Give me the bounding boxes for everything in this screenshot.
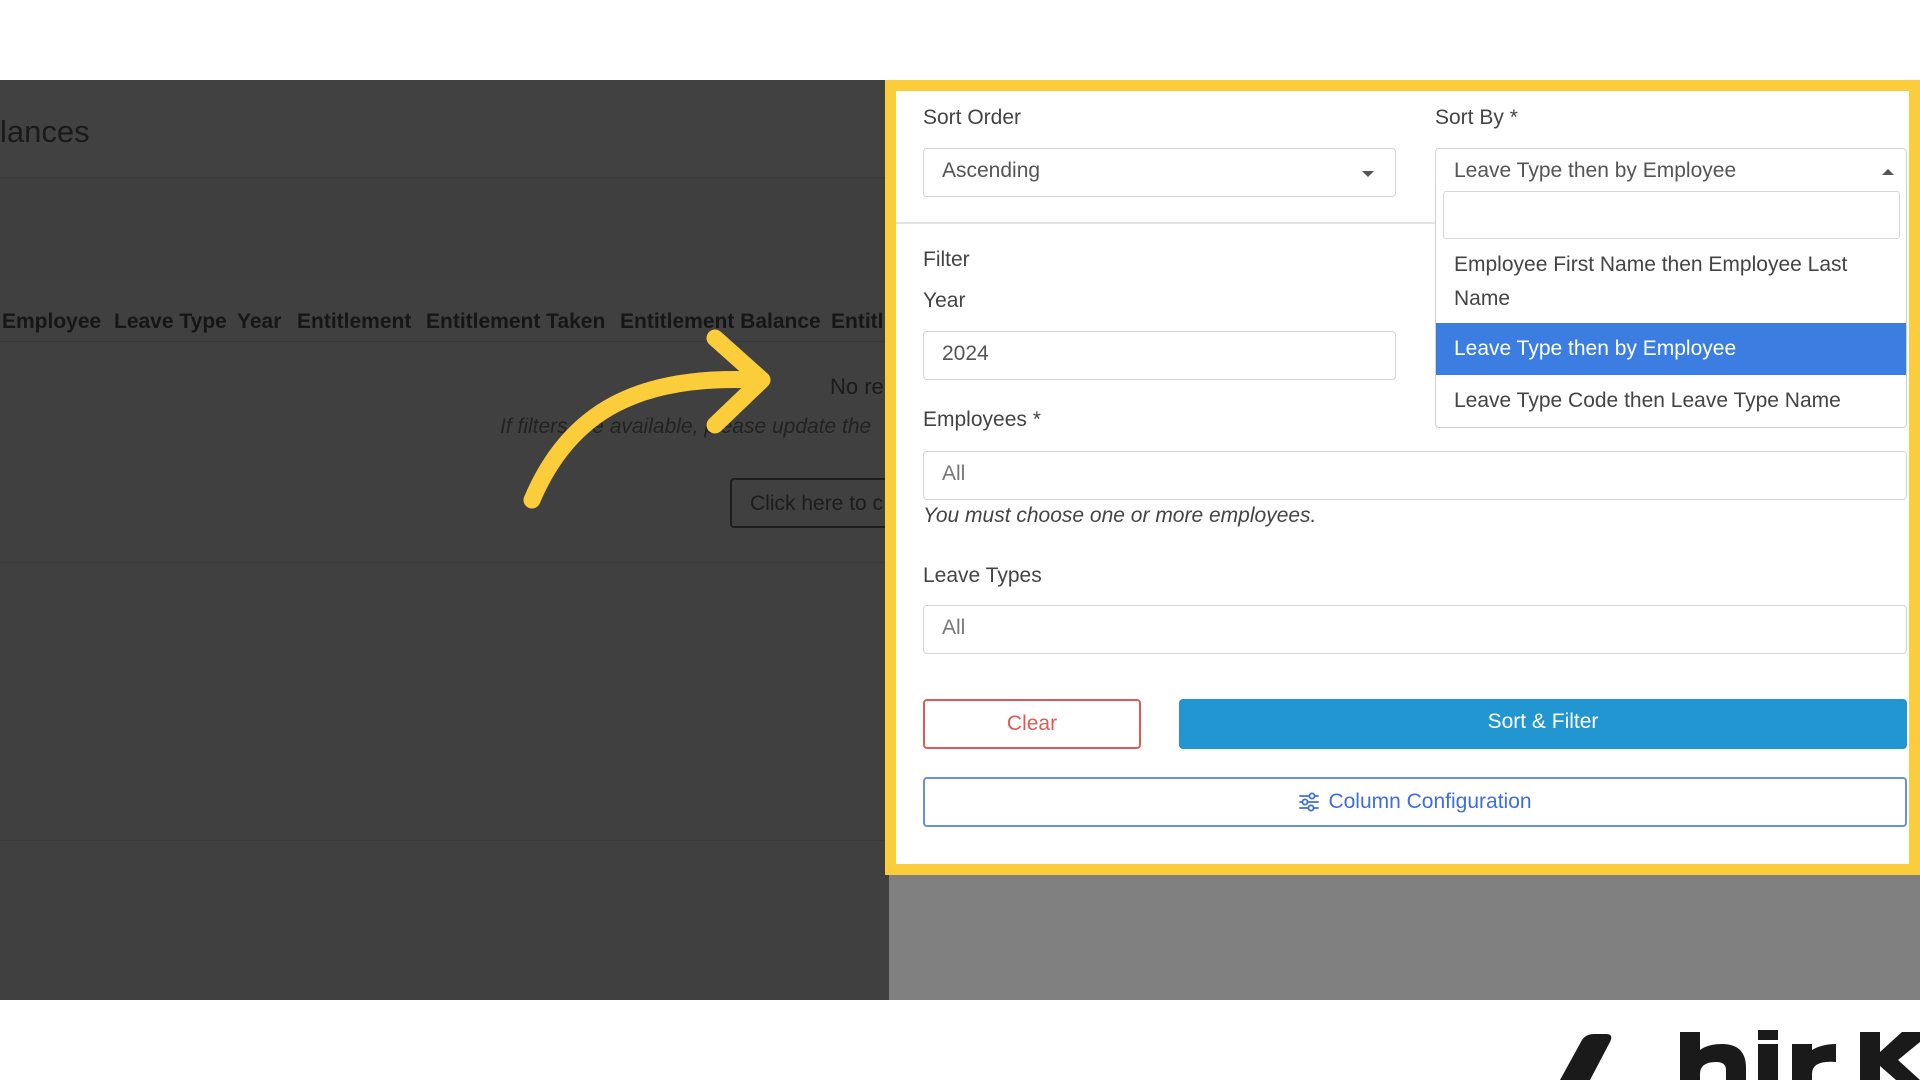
filter-section-label: Filter — [923, 248, 970, 271]
chevron-up-icon — [1882, 169, 1894, 175]
sort-by-label: Sort By * — [1435, 106, 1518, 129]
sort-by-value: Leave Type then by Employee — [1454, 159, 1737, 182]
leave-types-select[interactable]: All — [923, 605, 1907, 654]
divider — [0, 562, 889, 563]
background-page: lances Employee Leave Type Year Entitlem… — [0, 80, 889, 1000]
background-band — [0, 178, 889, 280]
background-gray-strip — [889, 875, 1920, 1000]
divider — [0, 840, 889, 841]
background-page-title: lances — [0, 114, 90, 149]
column-header-leave-type: Leave Type — [114, 310, 227, 333]
column-header-year: Year — [237, 310, 282, 333]
background-header: lances — [0, 80, 889, 178]
screenshot-stage: lances Employee Leave Type Year Entitlem… — [0, 0, 1920, 1080]
employees-validation-hint: You must choose one or more employees. — [923, 504, 1317, 527]
dropdown-option-employee-name[interactable]: Employee First Name then Employee Last N… — [1436, 245, 1906, 319]
column-header-entitlement: Entitlement — [297, 310, 412, 333]
sort-order-value: Ascending — [942, 159, 1041, 182]
sort-order-label: Sort Order — [923, 106, 1022, 129]
empty-state-title: No re — [830, 374, 884, 399]
column-header-employee: Employee — [2, 310, 102, 333]
sort-filter-button[interactable]: Sort & Filter — [1179, 699, 1907, 749]
sort-filter-panel: Sort Order Ascending Sort By * Leave Typ… — [885, 80, 1920, 875]
dropdown-option-leave-type-code[interactable]: Leave Type Code then Leave Type Name — [1436, 375, 1906, 427]
brand-logo — [1560, 1030, 1920, 1080]
leave-types-placeholder: All — [942, 616, 966, 639]
sort-order-select[interactable]: Ascending — [923, 148, 1396, 197]
year-label: Year — [923, 289, 966, 312]
section-divider — [896, 222, 1444, 224]
sort-by-dropdown: Employee First Name then Employee Last N… — [1435, 183, 1907, 428]
chevron-down-icon — [1362, 171, 1374, 177]
column-configuration-label: Column Configuration — [1328, 790, 1532, 813]
leave-types-label: Leave Types — [923, 564, 1042, 587]
year-input[interactable]: 2024 — [923, 331, 1396, 380]
clear-button[interactable]: Clear — [923, 699, 1141, 749]
employees-label: Employees * — [923, 408, 1041, 431]
column-header-entitl: Entitl — [831, 310, 884, 333]
curved-arrow-icon — [523, 329, 771, 509]
dropdown-option-leave-type-employee[interactable]: Leave Type then by Employee — [1436, 323, 1906, 375]
employees-placeholder: All — [942, 462, 966, 485]
column-configuration-button[interactable]: Column Configuration — [923, 777, 1907, 827]
sliders-icon — [1299, 792, 1320, 812]
employees-select[interactable]: All — [923, 451, 1907, 500]
year-value: 2024 — [942, 342, 989, 365]
dropdown-search-input[interactable] — [1443, 191, 1900, 239]
